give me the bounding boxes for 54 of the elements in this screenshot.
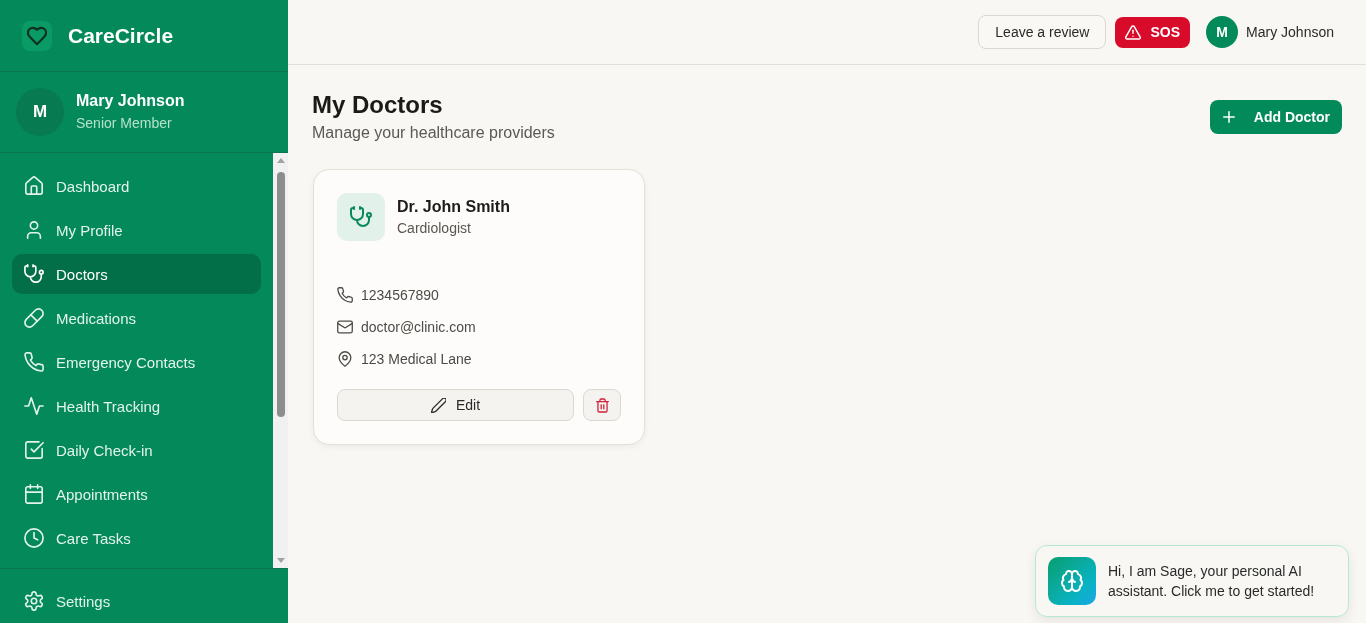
scrollbar[interactable] (273, 153, 288, 568)
user-name: Mary Johnson (76, 91, 185, 111)
user-avatar: M (16, 88, 64, 136)
logo-icon (22, 20, 52, 51)
stethoscope-icon (337, 193, 385, 241)
scroll-down-icon[interactable] (276, 558, 285, 563)
pencil-icon (430, 397, 446, 413)
add-doctor-button[interactable]: Add Doctor (1209, 99, 1342, 134)
sos-button[interactable]: SOS (1115, 16, 1191, 48)
plus-icon (1222, 110, 1235, 123)
user-avatar[interactable]: M (1206, 16, 1239, 48)
warning-icon (1125, 24, 1142, 40)
clock-icon (24, 528, 44, 548)
nav-item[interactable]: Care Tasks (12, 518, 261, 558)
nav-item[interactable]: Doctors (12, 254, 261, 294)
trash-icon (595, 397, 609, 413)
nav-item[interactable]: Health Tracking (12, 386, 261, 426)
nav-item[interactable]: My Profile (12, 210, 261, 250)
nav-item[interactable]: Medications (12, 298, 261, 338)
brand-name: CareCircle (68, 23, 174, 48)
delete-button[interactable] (583, 389, 621, 421)
settings-item[interactable]: Settings (12, 581, 276, 621)
pill-icon (24, 308, 44, 328)
scroll-up-icon[interactable] (276, 158, 285, 163)
edit-button[interactable]: Edit (337, 389, 574, 421)
brain-icon (1048, 557, 1096, 605)
nav-item[interactable]: Appointments (12, 474, 261, 514)
user-role: Senior Member (76, 114, 173, 133)
phone-number: 1234567890 (361, 287, 439, 303)
phone-icon (337, 287, 353, 303)
location-pin-icon (337, 351, 353, 367)
doctor-specialty: Cardiologist (397, 219, 472, 238)
nav-item[interactable]: Daily Check-in (12, 430, 261, 470)
pulse-icon (24, 396, 44, 416)
leave-review-button[interactable]: Leave a review (978, 15, 1107, 49)
doctor-name: Dr. John Smith (397, 197, 510, 217)
page-subtitle: Manage your healthcare providers (312, 123, 555, 143)
email-address: doctor@clinic.com (361, 319, 476, 335)
assistant-prompt[interactable]: Hi, I am Sage, your personal AI assistant. Click me to get started! (1035, 545, 1349, 617)
calendar-icon (24, 484, 44, 504)
scrollbar-thumb[interactable] (276, 172, 285, 417)
settings-icon (24, 591, 44, 611)
person-icon (24, 220, 44, 240)
home-icon (24, 176, 44, 196)
user-name[interactable]: Mary Johnson (1246, 24, 1334, 40)
page-title: My Doctors (312, 90, 444, 120)
nav-item[interactable]: Dashboard (12, 166, 261, 206)
nav-item[interactable]: Emergency Contacts (12, 342, 261, 382)
stethoscope-icon (24, 264, 44, 284)
phone-icon (24, 352, 44, 372)
street-address: 123 Medical Lane (361, 351, 472, 367)
checkbox-icon (24, 440, 44, 460)
mail-icon (337, 319, 353, 335)
assistant-message: Hi, I am Sage, your personal AI assistant. Click me to get started! (1108, 562, 1316, 601)
